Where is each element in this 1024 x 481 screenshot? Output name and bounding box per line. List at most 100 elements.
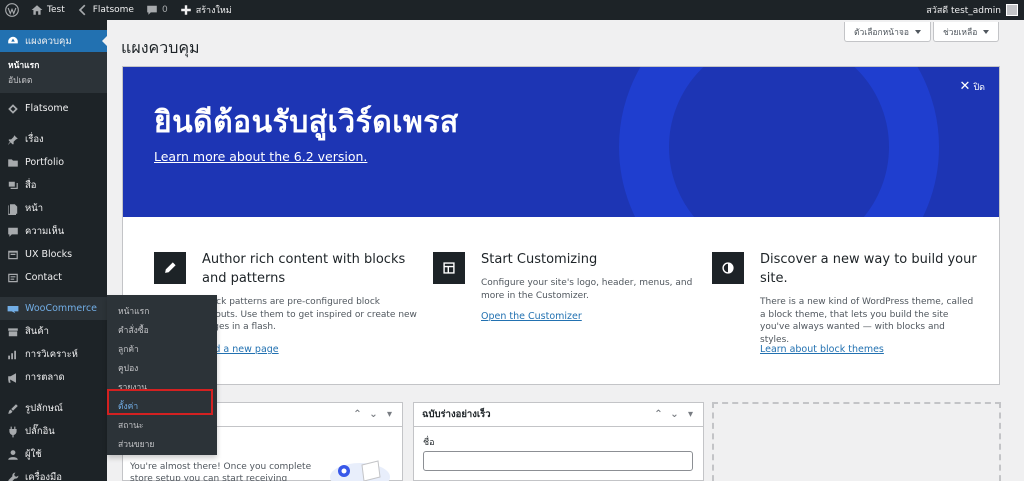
column-description: Block patterns are pre-configured block … [202, 297, 417, 332]
page-title: แผงควบคุม [121, 38, 200, 57]
avatar [1006, 4, 1018, 16]
settings-highlight-box [107, 389, 213, 415]
collapse-icon[interactable]: ▾ [686, 409, 695, 420]
sidebar-item-label: ความเห็น [25, 226, 65, 237]
sidebar-item-label: UX Blocks [25, 249, 73, 260]
sidebar-item-label: WooCommerce [25, 303, 98, 314]
store-setup-illustration [330, 460, 390, 481]
sidebar-item-marketing[interactable]: การตลาด [0, 366, 107, 389]
wrench-icon [7, 472, 18, 481]
admin-bar: Test Flatsome 0 สร้างใหม่ สวัสดี test_ad… [0, 0, 1024, 20]
comment-icon [7, 227, 18, 237]
submenu-home[interactable]: หน้าแรก [8, 57, 107, 72]
sidebar-item-posts[interactable]: เรื่อง [0, 128, 107, 151]
move-up-icon[interactable]: ⌃ [353, 409, 362, 420]
sidebar-item-dashboard[interactable]: แผงควบคุม [0, 30, 107, 52]
sidebar-item-label: การวิเคราะห์ [25, 349, 78, 360]
sidebar-item-products[interactable]: สินค้า [0, 320, 107, 343]
sidebar-item-label: Flatsome [25, 103, 69, 114]
empty-widget-area [712, 402, 1001, 481]
theme-link[interactable]: Flatsome [71, 0, 140, 20]
dismiss-button[interactable]: ✕ ปิด [960, 79, 985, 94]
my-account[interactable]: สวัสดี test_admin [926, 3, 1024, 17]
sidebar-item-ux-blocks[interactable]: UX Blocks [0, 243, 107, 266]
sidebar-item-label: สื่อ [25, 180, 37, 191]
sidebar-item-media[interactable]: สื่อ [0, 174, 107, 197]
sidebar-item-comments[interactable]: ความเห็น [0, 220, 107, 243]
close-icon: ✕ [959, 79, 971, 94]
welcome-header: ✕ ปิด ยินดีต้อนรับสู่เวิร์ดเพรส Learn mo… [123, 67, 999, 217]
comments-count: 0 [161, 5, 168, 15]
sidebar-item-label: เรื่อง [25, 134, 44, 145]
page-icon [7, 203, 17, 215]
layout-icon [433, 252, 465, 284]
new-content-link[interactable]: สร้างใหม่ [174, 0, 238, 20]
flyout-item-status[interactable]: สถานะ [107, 415, 217, 434]
products-icon [7, 327, 18, 336]
title-label: ชื่อ [423, 438, 435, 448]
main-content: ตัวเลือกหน้าจอ ช่วยเหลือ แผงควบคุม ✕ ปิด… [107, 20, 1024, 481]
caret-down-icon [914, 29, 921, 34]
move-down-icon[interactable]: ⌄ [670, 409, 679, 420]
site-name: Test [47, 5, 65, 15]
sidebar-item-label: แผงควบคุม [25, 35, 72, 47]
contrast-icon [712, 252, 744, 284]
media-icon [8, 181, 18, 189]
woo-setup-text: You're almost there! Once you complete s… [130, 462, 312, 481]
move-down-icon[interactable]: ⌄ [369, 409, 378, 420]
dashboard-icon [7, 36, 18, 44]
submenu-updates[interactable]: อัปเดต [8, 72, 107, 87]
sidebar-item-users[interactable]: ผู้ใช้ [0, 443, 107, 466]
site-name-link[interactable]: Test [25, 0, 71, 20]
help-button[interactable]: ช่วยเหลือ [933, 22, 1000, 42]
title-input[interactable] [423, 451, 693, 471]
decorative-ring [619, 67, 939, 217]
flatsome-icon [78, 4, 86, 16]
column-title: Discover a new way to build your site. [760, 252, 977, 286]
megaphone-icon [7, 372, 16, 383]
sidebar-item-plugins[interactable]: ปลั๊กอิน [0, 420, 107, 443]
flyout-item-extensions[interactable]: ส่วนขยาย [107, 434, 217, 453]
pin-icon [7, 134, 18, 145]
sidebar-item-pages[interactable]: หน้า [0, 197, 107, 220]
plus-icon [180, 5, 191, 15]
sidebar-item-appearance[interactable]: รูปลักษณ์ [0, 397, 107, 420]
sidebar-item-tools[interactable]: เครื่องมือ [0, 466, 107, 481]
sidebar-item-flatsome[interactable]: Flatsome [0, 97, 107, 120]
user-icon [7, 449, 18, 460]
learn-more-link[interactable]: Learn more about the 6.2 version. [154, 149, 367, 164]
move-up-icon[interactable]: ⌃ [654, 409, 663, 420]
pencil-icon [154, 252, 186, 284]
wordpress-logo-icon[interactable] [0, 0, 25, 20]
flyout-item-customers[interactable]: ลูกค้า [107, 339, 217, 358]
block-themes-link[interactable]: Learn about block themes [760, 344, 884, 355]
sidebar-item-portfolio[interactable]: Portfolio [0, 151, 107, 174]
sidebar-item-woocommerce[interactable]: WooCommerce [0, 297, 107, 320]
column-title: Author rich content with blocks and patt… [202, 252, 406, 286]
widget-title: ฉบับร่างอย่างเร็ว [422, 409, 491, 420]
home-icon [31, 5, 43, 15]
plugin-icon [8, 426, 17, 437]
analytics-icon [7, 350, 16, 359]
sidebar-item-label: สินค้า [25, 326, 49, 337]
sidebar-item-label: การตลาด [25, 372, 65, 383]
quick-draft-widget: ฉบับร่างอย่างเร็ว ⌃ ⌄ ▾ ชื่อ [413, 402, 704, 481]
sidebar-item-label: ผู้ใช้ [25, 449, 42, 460]
open-customizer-link[interactable]: Open the Customizer [481, 311, 582, 322]
admin-sidebar: แผงควบคุม หน้าแรก อัปเดต Flatsome เรื่อง… [0, 20, 107, 481]
sidebar-item-contact[interactable]: Contact [0, 266, 107, 289]
mail-icon [7, 273, 18, 282]
sidebar-item-analytics[interactable]: การวิเคราะห์ [0, 343, 107, 366]
scrollbar[interactable] [1016, 20, 1024, 481]
woocommerce-icon [7, 305, 18, 313]
flyout-item-coupons[interactable]: คูปอง [107, 358, 217, 377]
screen-options-button[interactable]: ตัวเลือกหน้าจอ [844, 22, 931, 42]
new-content-label: สร้างใหม่ [195, 6, 232, 16]
woocommerce-flyout-menu: หน้าแรก คำสั่งซื้อ ลูกค้า คูปอง รายงาน ต… [107, 295, 217, 455]
flyout-item-home[interactable]: หน้าแรก [107, 301, 217, 320]
flyout-item-orders[interactable]: คำสั่งซื้อ [107, 320, 217, 339]
collapse-icon[interactable]: ▾ [385, 409, 394, 420]
welcome-title: ยินดีต้อนรับสู่เวิร์ดเพรส [154, 105, 459, 140]
comments-link[interactable]: 0 [140, 0, 174, 20]
welcome-panel: ✕ ปิด ยินดีต้อนรับสู่เวิร์ดเพรส Learn mo… [122, 66, 1000, 385]
